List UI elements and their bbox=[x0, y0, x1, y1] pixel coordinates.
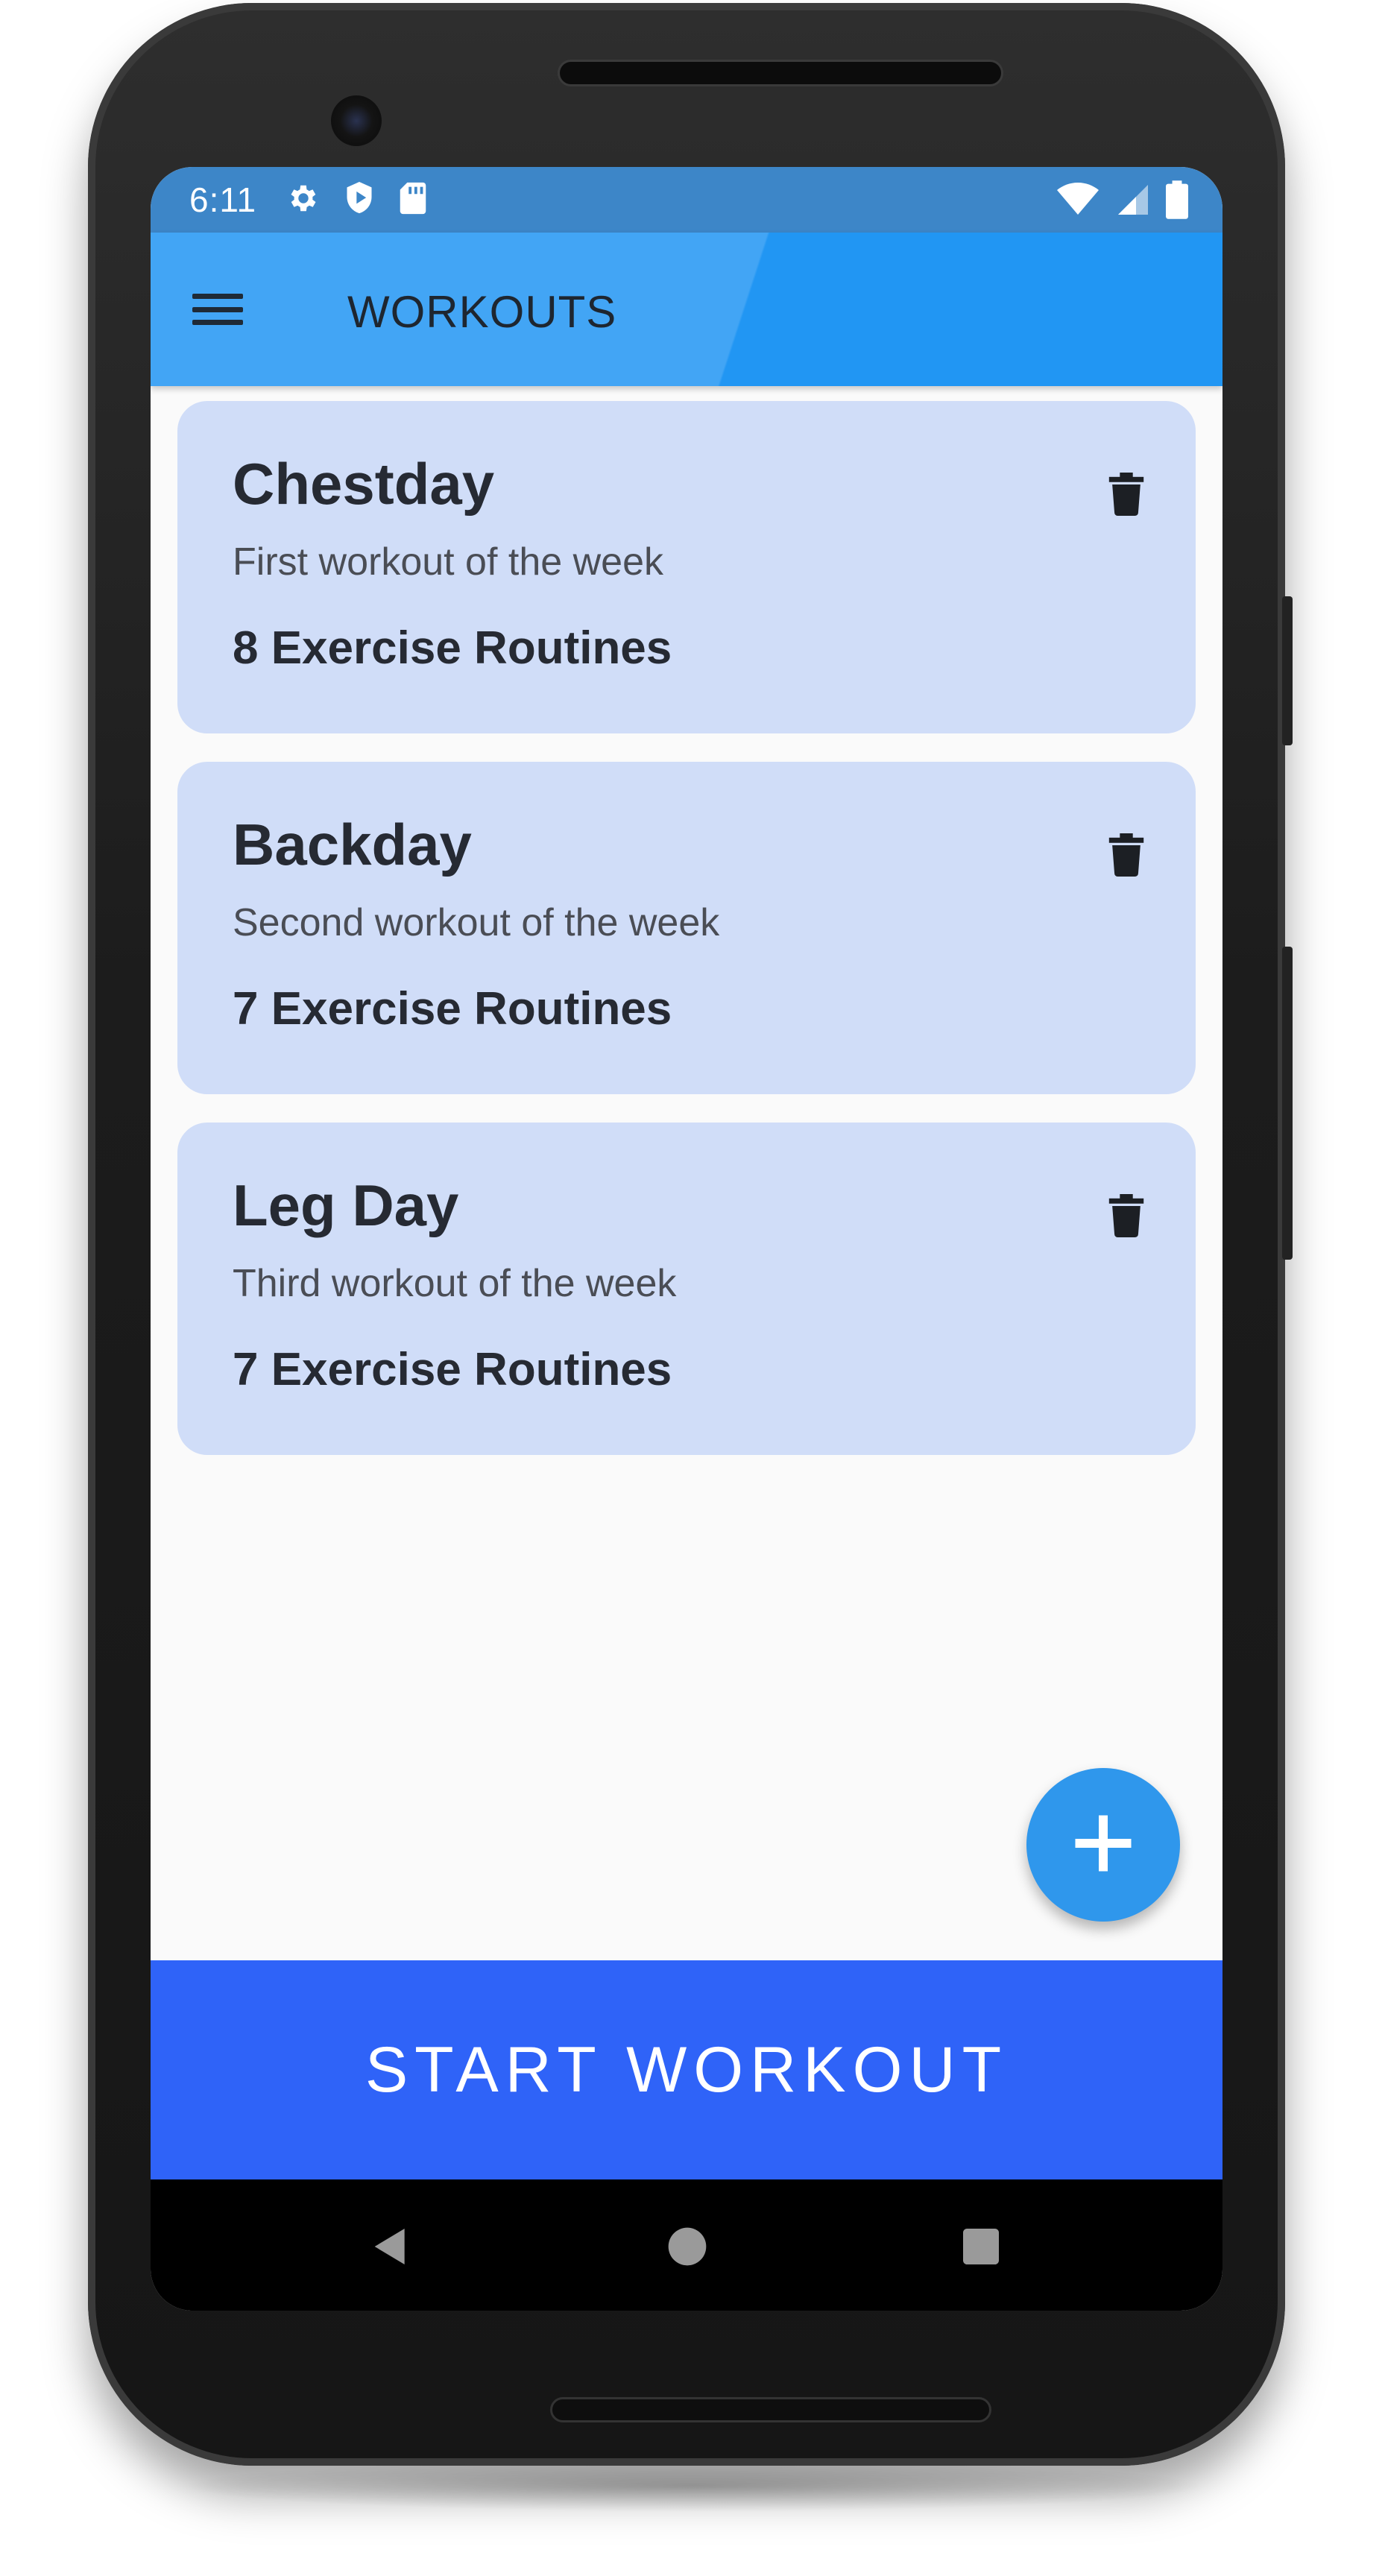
status-bar: 6:11 bbox=[151, 167, 1222, 233]
wifi-icon bbox=[1056, 182, 1100, 221]
power-button bbox=[1282, 596, 1293, 745]
hamburger-menu-icon[interactable] bbox=[192, 285, 246, 334]
earpiece-speaker bbox=[558, 60, 1003, 86]
app-bar: WORKOUTS bbox=[151, 233, 1222, 386]
status-time: 6:11 bbox=[189, 180, 257, 219]
workout-routine-count: 7 Exercise Routines bbox=[233, 983, 672, 1035]
battery-icon bbox=[1166, 180, 1188, 223]
device-shadow bbox=[179, 2460, 1208, 2512]
home-circle-icon[interactable] bbox=[663, 2223, 711, 2270]
recents-square-icon[interactable] bbox=[957, 2223, 1005, 2270]
add-workout-button[interactable] bbox=[1026, 1768, 1180, 1922]
system-nav-bar bbox=[151, 2179, 1222, 2311]
workout-card-backday[interactable]: Backday Second workout of the week 7 Exe… bbox=[177, 762, 1196, 1094]
sd-card-icon bbox=[398, 181, 428, 219]
workout-card-chestday[interactable]: Chestday First workout of the week 8 Exe… bbox=[177, 401, 1196, 733]
trash-icon[interactable] bbox=[1100, 829, 1152, 881]
workout-title: Backday bbox=[233, 812, 472, 877]
workout-title: Leg Day bbox=[233, 1172, 459, 1238]
status-icons-left bbox=[286, 180, 428, 220]
trash-icon[interactable] bbox=[1100, 468, 1152, 520]
workout-description: Third workout of the week bbox=[233, 1262, 677, 1305]
shield-icon bbox=[343, 180, 376, 220]
workout-title: Chestday bbox=[233, 451, 495, 517]
workout-routine-count: 7 Exercise Routines bbox=[233, 1344, 672, 1395]
workout-card-leg-day[interactable]: Leg Day Third workout of the week 7 Exer… bbox=[177, 1123, 1196, 1455]
workout-description: Second workout of the week bbox=[233, 901, 720, 944]
workout-description: First workout of the week bbox=[233, 540, 663, 584]
settings-gear-icon bbox=[286, 181, 321, 219]
start-workout-button[interactable]: START WORKOUT bbox=[151, 1960, 1222, 2179]
back-triangle-icon[interactable] bbox=[367, 2223, 414, 2270]
volume-button bbox=[1282, 947, 1293, 1260]
plus-icon bbox=[1070, 1810, 1137, 1881]
workout-routine-count: 8 Exercise Routines bbox=[233, 622, 672, 674]
status-icons-right bbox=[1056, 180, 1188, 223]
cell-signal-icon bbox=[1115, 182, 1151, 221]
phone-screen: 6:11 WORKOUTS Chestday First workout of … bbox=[151, 167, 1222, 2311]
page-title: WORKOUTS bbox=[347, 287, 617, 337]
front-camera bbox=[331, 95, 382, 146]
bottom-speaker bbox=[550, 2397, 991, 2422]
trash-icon[interactable] bbox=[1100, 1190, 1152, 1242]
